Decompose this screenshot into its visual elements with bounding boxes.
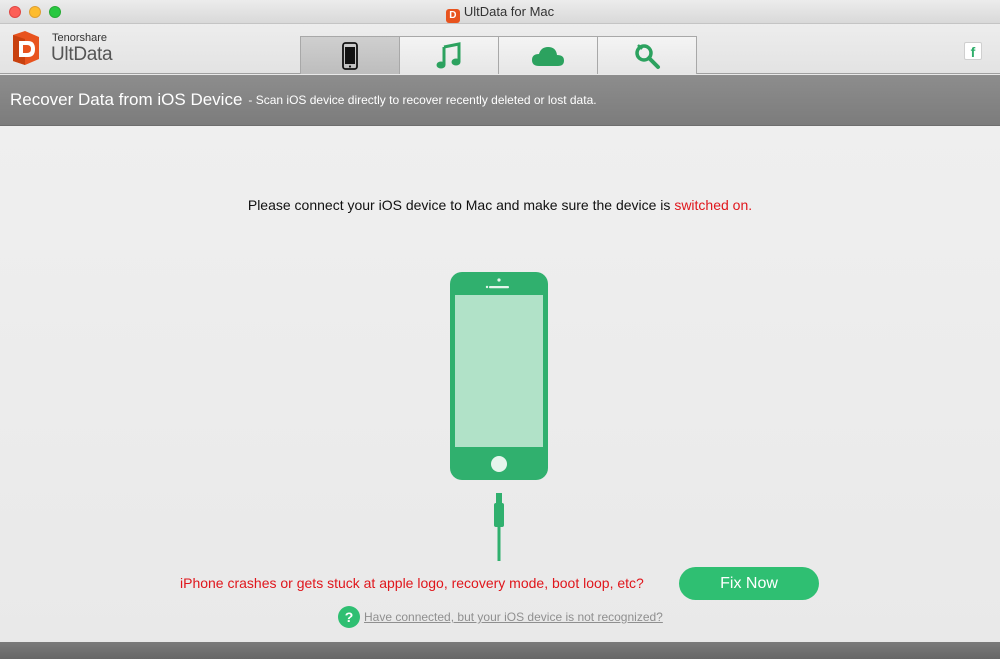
- tab-repair[interactable]: [597, 36, 697, 74]
- help-row: ? Have connected, but your iOS device is…: [338, 605, 663, 629]
- wrench-search-icon: [635, 43, 660, 69]
- ultdata-logo-icon: [13, 31, 39, 65]
- bottom-bar: [0, 642, 1000, 659]
- instruction-text: Please connect your iOS device to Mac an…: [247, 197, 675, 213]
- window-title-wrap: D UltData for Mac: [0, 4, 1000, 23]
- page-subtitle: - Scan iOS device directly to recover re…: [248, 93, 597, 107]
- app-logo-icon: D: [445, 9, 460, 23]
- page-title: Recover Data from iOS Device: [10, 90, 243, 109]
- tab-ios-device[interactable]: [300, 36, 400, 74]
- mode-tabs: [300, 36, 700, 74]
- company-name: Tenorshare: [52, 32, 108, 44]
- question-icon[interactable]: ?: [338, 606, 360, 628]
- fix-now-button[interactable]: Fix Now: [679, 567, 819, 600]
- tab-itunes-backup[interactable]: [399, 36, 499, 74]
- cloud-icon: [532, 46, 564, 66]
- not-recognized-link[interactable]: Have connected, but your iOS device is n…: [364, 610, 663, 624]
- crash-question: iPhone crashes or gets stuck at apple lo…: [180, 575, 644, 591]
- tab-icloud-backup[interactable]: [498, 36, 598, 74]
- window-title: UltData for Mac: [463, 4, 555, 19]
- title-bar: D UltData for Mac: [0, 0, 1000, 24]
- toolbar: Tenorshare UltData f: [0, 24, 1000, 74]
- instruction-highlight: switched on.: [674, 197, 753, 213]
- facebook-icon[interactable]: f: [964, 42, 982, 60]
- phone-icon: [342, 41, 358, 70]
- header-banner: Recover Data from iOS Device - Scan iOS …: [0, 75, 1000, 126]
- product-name: UltData: [51, 44, 113, 65]
- main-content: Please connect your iOS device to Mac an…: [0, 126, 1000, 642]
- connect-instruction: Please connect your iOS device to Mac an…: [0, 197, 1000, 213]
- music-note-icon: [436, 41, 461, 68]
- iphone-illustration: [450, 272, 548, 561]
